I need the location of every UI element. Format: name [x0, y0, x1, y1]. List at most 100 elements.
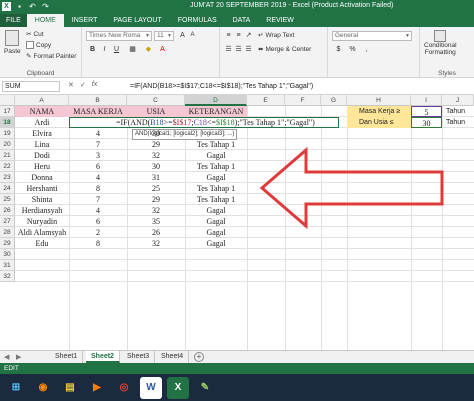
paste-button[interactable]: Paste [4, 30, 21, 55]
header-keterangan[interactable]: KETERANGAN [185, 106, 247, 117]
cell-nama[interactable]: Elvira [15, 128, 69, 139]
row-header-24[interactable]: 24 [0, 183, 15, 194]
media-player-icon[interactable]: ▶ [86, 377, 108, 399]
enter-icon[interactable]: ✓ [80, 81, 86, 89]
copy-button[interactable]: Copy [26, 41, 51, 49]
row-header-17[interactable]: 17 [0, 106, 15, 117]
tab-sheet2[interactable]: Sheet2 [86, 351, 120, 363]
insert-function-icon[interactable]: fx [92, 81, 97, 89]
cell-masa[interactable]: 6 [69, 161, 127, 172]
cell-nama[interactable]: Herdiansyah [15, 205, 69, 216]
shrink-font-icon[interactable]: A [188, 31, 197, 40]
cell-usia[interactable]: 32 [127, 238, 185, 249]
file-explorer-icon[interactable]: ▤ [59, 377, 81, 399]
header-usia[interactable]: USIA [127, 106, 185, 117]
word-icon[interactable]: W [140, 376, 162, 399]
cell-keterangan[interactable]: Gagal [185, 227, 247, 238]
column-header-c[interactable]: C [127, 95, 185, 106]
formula-input[interactable]: =IF(AND(B18>=$I$17;C18<=$I$18);"Tes Taha… [130, 81, 470, 92]
percent-icon[interactable]: % [348, 45, 357, 54]
cell-keterangan[interactable] [185, 128, 247, 139]
row-header-20[interactable]: 20 [0, 139, 15, 150]
tab-insert[interactable]: INSERT [64, 14, 106, 27]
row-header-23[interactable]: 23 [0, 172, 15, 183]
font-size-combo[interactable]: 11 ▼ [154, 31, 174, 41]
cell-masa[interactable]: 2 [69, 227, 127, 238]
add-sheet-icon[interactable]: + [194, 352, 204, 362]
align-middle-icon[interactable]: ≡ [234, 31, 243, 40]
cell-nama[interactable]: Heru [15, 161, 69, 172]
cell-keterangan[interactable]: Tes Tahap 1 [185, 161, 247, 172]
criteria-masa-value[interactable]: 5 [411, 106, 442, 117]
row-header-22[interactable]: 22 [0, 161, 15, 172]
cell-masa[interactable]: 8 [69, 238, 127, 249]
cell-usia[interactable]: 32 [127, 150, 185, 161]
tab-formulas[interactable]: FORMULAS [170, 14, 225, 27]
number-format-combo[interactable]: General ▼ [332, 31, 412, 41]
row-header-28[interactable]: 28 [0, 227, 15, 238]
column-header-d[interactable]: D [185, 95, 247, 106]
row-header-25[interactable]: 25 [0, 194, 15, 205]
cell-keterangan[interactable]: Gagal [185, 205, 247, 216]
paint-icon[interactable]: ✎ [194, 377, 216, 399]
cell-nama[interactable]: Dodi [15, 150, 69, 161]
cell-nama[interactable]: Edu [15, 238, 69, 249]
excel-icon[interactable]: X [167, 376, 189, 399]
bold-icon[interactable]: B [88, 45, 97, 54]
row-header-26[interactable]: 26 [0, 205, 15, 216]
cell-masa[interactable]: 4 [69, 172, 127, 183]
save-icon[interactable]: ▪ [15, 2, 24, 11]
cell-nama[interactable]: Shinta [15, 194, 69, 205]
cell-keterangan[interactable]: Gagal [185, 172, 247, 183]
criteria-usia-unit[interactable]: Tahun [446, 117, 474, 128]
column-header-g[interactable]: G [321, 95, 347, 106]
windows-start-icon[interactable]: ⊞ [5, 377, 27, 399]
cell-usia[interactable]: 29 [127, 194, 185, 205]
criteria-masa-unit[interactable]: Tahun [446, 106, 474, 117]
wrap-text-button[interactable]: ↵ Wrap Text [258, 31, 294, 40]
cell-masa[interactable]: 4 [69, 205, 127, 216]
row-header-19[interactable]: 19 [0, 128, 15, 139]
criteria-usia-label[interactable]: Dan Usia ≤ [347, 117, 411, 128]
tab-sheet3[interactable]: Sheet3 [122, 351, 156, 363]
cell-keterangan[interactable]: Gagal [185, 216, 247, 227]
cell-nama[interactable]: Nuryadin [15, 216, 69, 227]
column-header-i[interactable]: I [411, 95, 442, 106]
column-header-j[interactable]: J [442, 95, 474, 106]
tab-sheet1[interactable]: Sheet1 [50, 351, 84, 363]
row-header-32[interactable]: 32 [0, 271, 15, 282]
firefox-icon[interactable]: ◉ [32, 377, 54, 399]
cell-keterangan[interactable]: Tes Tahap 1 [185, 139, 247, 150]
tab-page-layout[interactable]: PAGE LAYOUT [105, 14, 169, 27]
tab-sheet4[interactable]: Sheet4 [156, 351, 190, 363]
cell-usia[interactable]: 31 [127, 172, 185, 183]
cell-nama[interactable]: Lina [15, 139, 69, 150]
column-header-f[interactable]: F [285, 95, 321, 106]
row-header-29[interactable]: 29 [0, 238, 15, 249]
cell-masa[interactable]: 8 [69, 183, 127, 194]
tab-file[interactable]: FILE [0, 14, 27, 27]
column-header-b[interactable]: B [69, 95, 127, 106]
column-header-h[interactable]: H [347, 95, 411, 106]
tab-review[interactable]: REVIEW [258, 14, 302, 27]
spreadsheet-grid[interactable]: A B C D E F G H I J 17 18 19 20 21 22 23… [0, 95, 474, 350]
cell-a18[interactable]: Ardi [15, 117, 69, 128]
comma-style-icon[interactable]: , [362, 45, 371, 54]
align-top-icon[interactable]: ≡ [224, 31, 233, 40]
editing-formula[interactable]: =IF(AND(B18>=$I$17;C18<=$I$18);"Tes Taha… [116, 117, 346, 128]
header-masa-kerja[interactable]: MASA KERJA [69, 106, 127, 117]
cell-usia[interactable]: 30 [127, 161, 185, 172]
font-name-combo[interactable]: Times New Roma ▼ [86, 31, 152, 41]
italic-icon[interactable]: I [100, 45, 109, 54]
cell-usia[interactable]: 25 [127, 183, 185, 194]
cell-masa[interactable]: 6 [69, 216, 127, 227]
cancel-icon[interactable]: ✕ [68, 81, 74, 89]
align-right-icon[interactable]: ☰ [244, 45, 253, 54]
conditional-formatting-button[interactable]: Conditional Formatting [424, 30, 457, 56]
name-box[interactable]: SUM [2, 81, 60, 92]
tab-data[interactable]: DATA [225, 14, 259, 27]
row-header-31[interactable]: 31 [0, 260, 15, 271]
font-color-icon[interactable]: A [158, 45, 167, 54]
cell-usia[interactable]: 26 [127, 227, 185, 238]
next-sheet-icon[interactable]: ▶ [16, 353, 21, 361]
